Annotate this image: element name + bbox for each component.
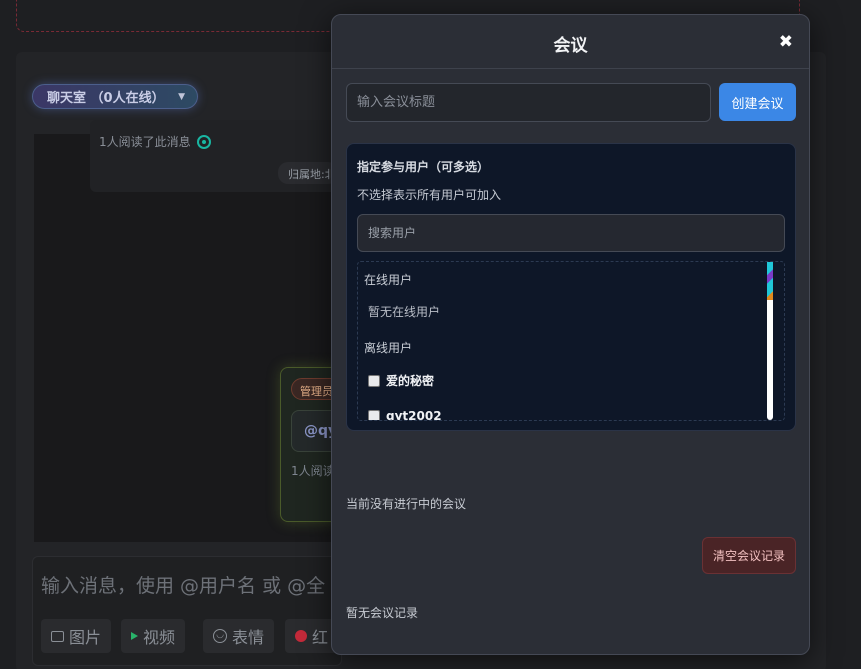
user-list[interactable]: 在线用户 暂无在线用户 离线用户 爱的秘密 qyt2002 [357, 261, 785, 421]
red-packet-button-label: 红 [312, 628, 329, 647]
red-packet-icon [295, 630, 307, 642]
user-option[interactable]: qyt2002 [368, 409, 442, 421]
user-option[interactable]: 爱的秘密 [368, 372, 434, 389]
no-records-text: 暂无会议记录 [346, 606, 419, 620]
play-icon [131, 632, 138, 640]
modal-header: 会议 ✖ [332, 15, 809, 69]
chevron-down-icon: ▼ [178, 91, 185, 102]
user-name: qyt2002 [386, 409, 442, 421]
online-users-empty: 暂无在线用户 [368, 305, 441, 319]
message-input[interactable]: 输入消息，使用 @用户名 或 @全 [41, 571, 325, 598]
meeting-modal: 会议 ✖ 创建会议 指定参与用户（可多选） 不选择表示所有用户可加入 在线用户 … [331, 14, 810, 655]
room-selector-label: 聊天室 （0人在线） [47, 91, 165, 106]
participants-panel: 指定参与用户（可多选） 不选择表示所有用户可加入 在线用户 暂无在线用户 离线用… [346, 143, 796, 431]
read-receipt-text: 1人阅读了此消息 [99, 135, 191, 149]
scrollbar-thumb[interactable] [767, 262, 773, 300]
modal-title: 会议 [553, 36, 588, 56]
room-selector[interactable]: 聊天室 （0人在线） ▼ [32, 84, 198, 109]
video-button[interactable]: 视频 [121, 619, 186, 653]
participants-heading: 指定参与用户（可多选） [357, 160, 490, 174]
offline-users-label: 离线用户 [364, 341, 413, 355]
user-checkbox[interactable] [368, 374, 380, 387]
image-icon [51, 630, 64, 642]
emoji-button[interactable]: ◡ 表情 [203, 619, 275, 653]
user-checkbox[interactable] [368, 410, 380, 420]
create-meeting-button[interactable]: 创建会议 [719, 83, 796, 121]
no-active-meeting-text: 当前没有进行中的会议 [346, 497, 467, 511]
admin-read-receipt: 1人阅读 [291, 464, 335, 478]
user-search-input[interactable] [357, 214, 785, 252]
message-composer[interactable]: 输入消息，使用 @用户名 或 @全 图片 视频 ◡ 表情 红 [32, 556, 342, 666]
clear-records-button[interactable]: 清空会议记录 [702, 537, 796, 574]
location-chip: 归属地:北 [278, 162, 338, 184]
video-button-label: 视频 [143, 628, 176, 647]
image-button-label: 图片 [69, 628, 102, 647]
user-name: 爱的秘密 [386, 374, 435, 388]
meeting-title-input[interactable] [346, 83, 711, 122]
image-button[interactable]: 图片 [41, 619, 112, 653]
eye-icon[interactable] [196, 134, 211, 149]
participants-hint: 不选择表示所有用户可加入 [357, 188, 502, 202]
emoji-button-label: 表情 [232, 628, 265, 647]
smile-icon: ◡ [213, 629, 227, 643]
read-receipt: 1人阅读了此消息 [99, 133, 211, 150]
online-users-label: 在线用户 [364, 273, 413, 287]
close-icon[interactable]: ✖ [779, 32, 793, 52]
